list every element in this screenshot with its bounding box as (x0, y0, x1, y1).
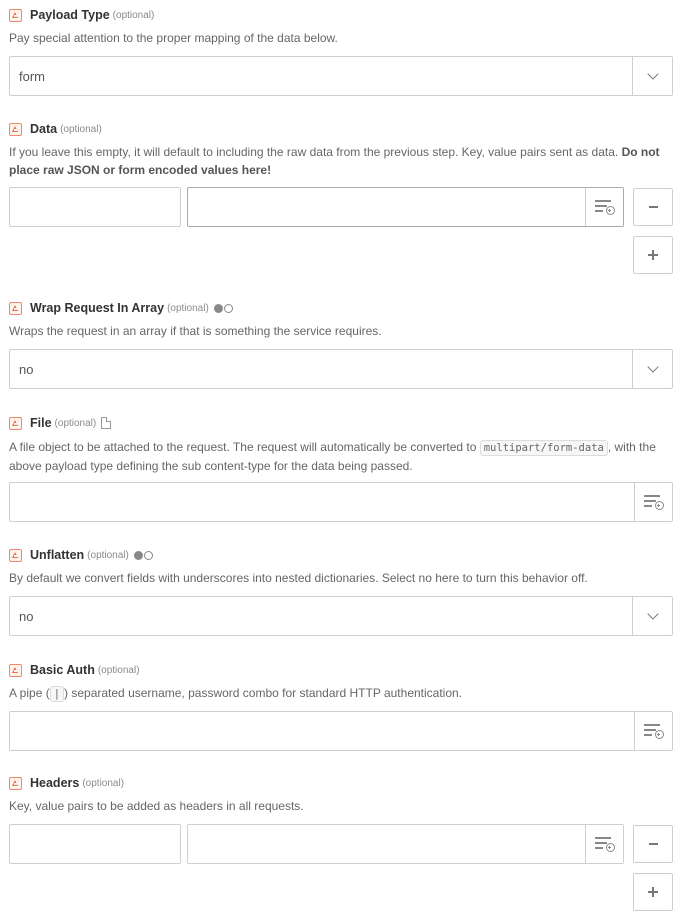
file-icon (101, 417, 112, 429)
headers-label: Headers (30, 776, 80, 790)
basic-auth-help-code: | (49, 686, 65, 702)
basic-auth-help-text-after: ) separated username, password combo for… (64, 686, 463, 700)
insert-data-icon (643, 723, 664, 739)
headers-add-row-button[interactable] (633, 873, 673, 911)
data-label: Data (30, 122, 58, 136)
headers-value-input[interactable] (187, 824, 624, 864)
wrap-request-label-row: Wrap Request In Array (optional) (9, 300, 233, 316)
payload-type-value: form (19, 68, 45, 84)
optional-tag: (optional) (82, 777, 125, 789)
field-type-icon (9, 416, 22, 430)
unflatten-help: By default we convert fields with unders… (9, 571, 588, 585)
basic-auth-help: A pipe (|) separated username, password … (9, 684, 674, 703)
field-type-icon (9, 663, 22, 677)
boolean-toggle-icon (213, 303, 233, 313)
plus-icon (648, 887, 658, 897)
file-label: File (30, 416, 52, 430)
optional-tag: (optional) (87, 549, 129, 561)
data-label-row: Data (optional) (9, 121, 102, 137)
data-insert-button[interactable] (585, 188, 623, 226)
wrap-request-help: Wraps the request in an array if that is… (9, 324, 382, 338)
basic-auth-insert-button[interactable] (634, 712, 672, 750)
insert-data-icon (594, 836, 615, 852)
wrap-request-label: Wrap Request In Array (30, 301, 165, 315)
field-type-icon (9, 8, 22, 22)
file-insert-button[interactable] (634, 483, 672, 521)
optional-tag: (optional) (167, 302, 209, 314)
headers-key-input[interactable] (9, 824, 181, 864)
headers-label-row: Headers (optional) (9, 775, 124, 791)
payload-type-select[interactable]: form (9, 56, 673, 96)
file-label-row: File (optional) (9, 415, 112, 431)
headers-help: Key, value pairs to be added as headers … (9, 799, 304, 813)
basic-auth-help-text: A pipe ( (9, 686, 50, 700)
basic-auth-label-row: Basic Auth (optional) (9, 662, 140, 678)
data-add-row-button[interactable] (633, 236, 673, 274)
wrap-request-value: no (19, 361, 34, 377)
unflatten-label: Unflatten (30, 548, 85, 562)
data-remove-row-button[interactable] (633, 188, 673, 226)
insert-data-icon (594, 199, 615, 215)
basic-auth-label: Basic Auth (30, 663, 95, 677)
payload-type-dropdown-button[interactable] (632, 57, 672, 95)
data-value-input[interactable] (187, 187, 624, 227)
field-type-icon (9, 776, 22, 790)
optional-tag: (optional) (60, 123, 102, 135)
field-type-icon (9, 301, 22, 315)
unflatten-label-row: Unflatten (optional) (9, 547, 153, 563)
unflatten-dropdown-button[interactable] (632, 597, 672, 635)
minus-icon (648, 206, 658, 208)
data-help: If you leave this empty, it will default… (9, 143, 674, 179)
optional-tag: (optional) (97, 664, 140, 676)
unflatten-select[interactable]: no (9, 596, 673, 636)
chevron-down-icon (646, 608, 659, 620)
wrap-request-dropdown-button[interactable] (632, 350, 672, 388)
chevron-down-icon (646, 361, 659, 373)
minus-icon (648, 843, 658, 845)
insert-data-icon (643, 494, 664, 510)
optional-tag: (optional) (54, 417, 97, 429)
payload-type-help: Pay special attention to the proper mapp… (9, 31, 338, 45)
field-type-icon (9, 122, 22, 136)
headers-insert-button[interactable] (585, 825, 623, 863)
unflatten-value: no (19, 608, 34, 624)
file-help-text: A file object to be attached to the requ… (9, 440, 477, 454)
payload-type-label: Payload Type (30, 8, 110, 22)
optional-tag: (optional) (112, 9, 155, 21)
plus-icon (648, 250, 658, 260)
boolean-toggle-icon (133, 550, 153, 560)
data-help-text: If you leave this empty, it will default… (9, 145, 619, 159)
file-help-code: multipart/form-data (479, 440, 608, 456)
data-key-input[interactable] (9, 187, 181, 227)
headers-remove-row-button[interactable] (633, 825, 673, 863)
basic-auth-input[interactable] (9, 711, 673, 751)
chevron-down-icon (646, 68, 659, 80)
wrap-request-select[interactable]: no (9, 349, 673, 389)
field-type-icon (9, 548, 22, 562)
payload-type-label-row: Payload Type (optional) (9, 7, 154, 23)
file-input[interactable] (9, 482, 673, 522)
file-help: A file object to be attached to the requ… (9, 438, 674, 475)
